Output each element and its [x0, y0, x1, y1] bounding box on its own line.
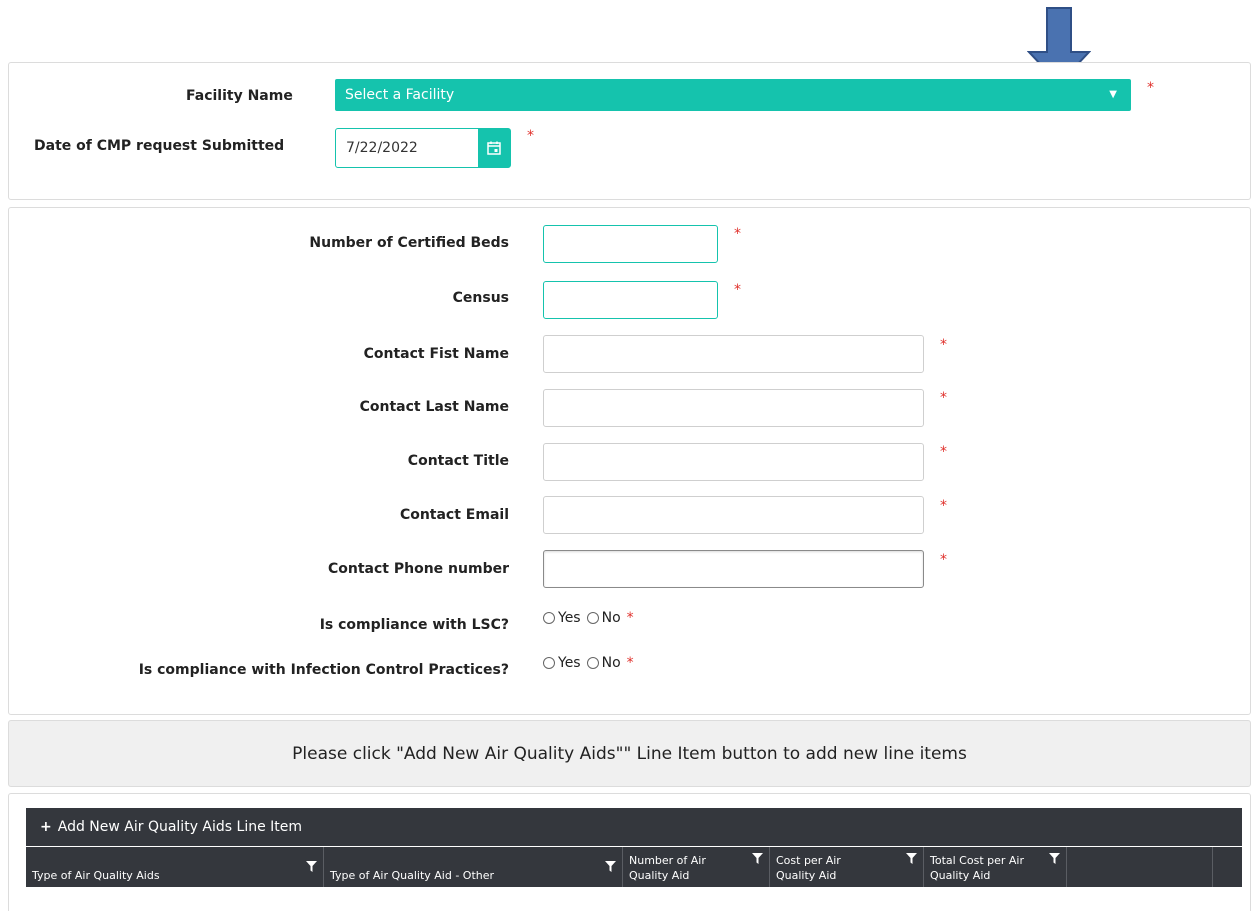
lsc-radio-group: Yes No * — [543, 610, 634, 626]
census-input[interactable] — [543, 281, 718, 319]
first-name-required-marker: * — [940, 337, 947, 353]
title-label: Contact Title — [407, 453, 509, 469]
calendar-button[interactable] — [478, 129, 510, 167]
lsc-yes-label: Yes — [558, 610, 581, 626]
notice-panel: Please click "Add New Air Quality Aids""… — [8, 720, 1251, 787]
first-name-label: Contact Fist Name — [363, 346, 509, 362]
email-required-marker: * — [940, 498, 947, 514]
email-label: Contact Email — [399, 507, 509, 523]
certified-beds-input[interactable] — [543, 225, 718, 263]
infection-radio-group: Yes No * — [543, 655, 634, 671]
email-input[interactable] — [543, 496, 924, 534]
title-required-marker: * — [940, 444, 947, 460]
infection-yes-label: Yes — [558, 655, 581, 671]
lsc-question-label: Is compliance with LSC? — [319, 617, 509, 633]
air-quality-grid: + Add New Air Quality Aids Line Item Type… — [26, 808, 1242, 911]
calendar-icon — [487, 141, 501, 155]
certified-beds-required-marker: * — [734, 226, 741, 242]
infection-question-label: Is compliance with Infection Control Pra… — [138, 662, 509, 678]
column-header-number[interactable]: Number of Air Quality Aid — [623, 847, 770, 887]
grid-header: Type of Air Quality Aids Type of Air Qua… — [26, 847, 1242, 887]
column-header-type[interactable]: Type of Air Quality Aids — [26, 847, 324, 887]
filter-icon[interactable] — [752, 853, 763, 864]
phone-label: Contact Phone number — [328, 561, 509, 577]
filter-icon[interactable] — [306, 861, 317, 872]
lsc-no-radio[interactable] — [586, 612, 599, 624]
date-input[interactable] — [336, 129, 478, 167]
infection-yes-radio[interactable] — [543, 657, 555, 669]
column-header-label: Cost per Air Quality Aid — [776, 854, 841, 882]
title-input[interactable] — [543, 443, 924, 481]
infection-required-marker: * — [626, 655, 634, 671]
grid-panel: + Add New Air Quality Aids Line Item Type… — [8, 793, 1251, 911]
add-line-item-label: Add New Air Quality Aids Line Item — [57, 819, 303, 835]
column-header-type-other[interactable]: Type of Air Quality Aid - Other — [324, 847, 623, 887]
column-header-total-cost[interactable]: Total Cost per Air Quality Aid — [924, 847, 1067, 887]
infection-no-label: No — [601, 655, 621, 671]
phone-required-marker: * — [940, 552, 947, 568]
facility-select[interactable]: Select a Facility ▼ — [335, 79, 1131, 111]
facility-label: Facility Name — [186, 88, 293, 104]
facility-required-marker: * — [1147, 80, 1154, 96]
column-header-label: Number of Air Quality Aid — [629, 854, 706, 882]
census-required-marker: * — [734, 282, 741, 298]
last-name-input[interactable] — [543, 389, 924, 427]
certified-beds-label: Number of Certified Beds — [309, 235, 509, 251]
chevron-down-icon: ▼ — [1109, 89, 1117, 100]
last-name-label: Contact Last Name — [359, 399, 509, 415]
phone-input[interactable] — [543, 550, 924, 588]
filter-icon[interactable] — [906, 853, 917, 864]
facility-select-placeholder: Select a Facility — [345, 87, 455, 103]
last-name-required-marker: * — [940, 390, 947, 406]
column-header-scroll-spacer — [1213, 847, 1242, 887]
add-line-item-button[interactable]: + Add New Air Quality Aids Line Item — [26, 808, 1242, 846]
census-label: Census — [452, 290, 509, 306]
column-header-label: Type of Air Quality Aids — [32, 869, 160, 882]
date-picker — [335, 128, 511, 168]
filter-icon[interactable] — [1049, 853, 1060, 864]
lsc-no-label: No — [601, 610, 621, 626]
column-header-cost[interactable]: Cost per Air Quality Aid — [770, 847, 924, 887]
filter-icon[interactable] — [605, 861, 616, 872]
lsc-required-marker: * — [626, 610, 634, 626]
lsc-yes-radio[interactable] — [543, 612, 555, 624]
notice-text: Please click "Add New Air Quality Aids""… — [292, 743, 967, 764]
first-name-input[interactable] — [543, 335, 924, 373]
plus-icon: + — [40, 819, 52, 835]
column-header-label: Type of Air Quality Aid - Other — [330, 869, 495, 882]
infection-no-radio[interactable] — [586, 657, 599, 669]
date-label: Date of CMP request Submitted — [34, 138, 285, 154]
date-required-marker: * — [527, 128, 534, 144]
column-header-empty — [1067, 847, 1213, 887]
column-header-label: Total Cost per Air Quality Aid — [930, 854, 1025, 882]
